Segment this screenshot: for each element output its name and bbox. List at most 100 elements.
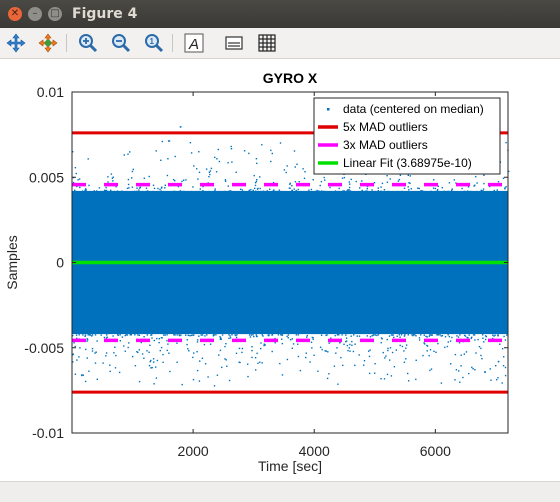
data-point	[307, 190, 309, 193]
maximize-button[interactable]: □	[48, 7, 62, 21]
data-point	[78, 334, 80, 336]
grid-icon[interactable]	[254, 30, 280, 56]
data-point	[150, 334, 152, 336]
x-tick-label: 6000	[420, 443, 451, 459]
zoom-reset-icon[interactable]: 1	[141, 30, 167, 56]
data-point	[390, 334, 393, 336]
data-point	[334, 190, 337, 192]
legend-label: data (centered on median)	[343, 102, 484, 116]
data-point	[401, 190, 403, 193]
data-point	[143, 357, 145, 359]
data-point	[495, 365, 497, 367]
data-point	[158, 341, 160, 344]
data-point	[505, 186, 507, 188]
data-point	[454, 379, 456, 381]
data-point	[407, 186, 409, 188]
data-point	[423, 334, 425, 336]
data-point	[407, 174, 409, 176]
data-point	[377, 334, 380, 336]
data-point	[398, 178, 401, 181]
data-point	[297, 334, 299, 336]
data-point	[297, 188, 299, 191]
data-point	[337, 190, 339, 193]
data-point	[201, 357, 204, 359]
data-point	[254, 187, 256, 190]
data-point	[497, 361, 500, 363]
data-point	[73, 342, 75, 344]
data-point	[225, 359, 227, 361]
data-point	[125, 190, 127, 193]
data-point	[389, 178, 391, 180]
data-point	[227, 185, 229, 187]
data-point	[234, 334, 236, 336]
data-point	[462, 376, 464, 379]
data-point	[393, 366, 396, 368]
data-point	[320, 334, 323, 336]
data-point	[96, 190, 98, 192]
data-point	[238, 347, 241, 350]
data-point	[221, 334, 224, 336]
data-point	[186, 339, 188, 341]
data-point	[166, 334, 168, 336]
data-point	[215, 334, 217, 336]
data-point	[134, 334, 136, 336]
data-point	[162, 353, 164, 356]
pan-icon[interactable]	[3, 30, 29, 56]
text-icon[interactable]: A	[181, 30, 207, 56]
data-point	[183, 190, 185, 193]
toolbar-separator	[172, 34, 173, 52]
data-point	[241, 190, 243, 193]
data-point	[345, 337, 348, 339]
data-point	[325, 190, 327, 193]
data-point	[278, 189, 280, 191]
data-point	[318, 190, 320, 193]
data-point	[410, 188, 412, 190]
data-point	[475, 352, 477, 354]
data-point	[255, 190, 257, 192]
data-point	[341, 177, 344, 179]
data-point	[449, 340, 452, 342]
data-point	[377, 187, 379, 189]
data-point	[79, 347, 81, 349]
data-point	[137, 351, 139, 354]
data-point	[466, 336, 468, 339]
legend-icon[interactable]	[221, 30, 247, 56]
data-point	[130, 334, 133, 336]
data-point	[368, 350, 370, 352]
data-point	[101, 190, 103, 193]
data-point	[451, 188, 453, 190]
data-point	[380, 342, 382, 344]
data-point	[291, 185, 293, 187]
data-point	[160, 190, 162, 192]
zoom-in-icon[interactable]	[75, 30, 101, 56]
data-point	[109, 364, 111, 366]
data-point	[471, 366, 473, 369]
minimize-button[interactable]: –	[28, 7, 42, 21]
data-point	[356, 335, 358, 337]
data-point	[503, 356, 505, 358]
data-point	[369, 349, 371, 351]
data-point	[451, 336, 453, 339]
data-point	[426, 345, 429, 347]
data-point	[422, 354, 424, 357]
data-point	[235, 171, 237, 173]
data-point	[405, 344, 408, 346]
data-point	[151, 337, 153, 339]
data-point	[117, 334, 120, 336]
data-point	[324, 350, 326, 352]
data-point	[485, 335, 488, 338]
data-point	[408, 380, 410, 382]
data-point	[231, 161, 233, 163]
data-point	[153, 383, 155, 385]
data-point	[176, 361, 178, 363]
data-point	[446, 345, 449, 348]
rotate-icon[interactable]	[35, 30, 61, 56]
data-point	[273, 189, 275, 191]
data-point	[248, 190, 250, 193]
data-point	[131, 186, 134, 188]
data-point	[317, 370, 319, 372]
close-button[interactable]: ✕	[8, 7, 22, 21]
zoom-out-icon[interactable]	[108, 30, 134, 56]
data-point	[496, 189, 498, 191]
data-point	[428, 335, 431, 337]
